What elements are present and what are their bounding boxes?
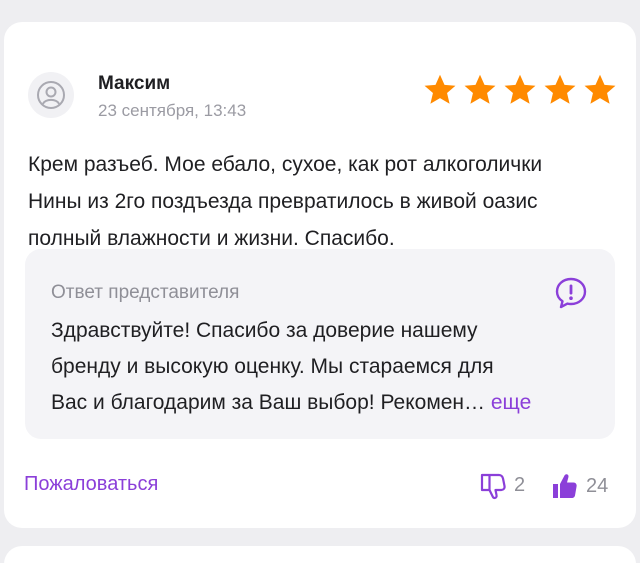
review-text-line: Крем разъеб. Мое ебало, сухое, как рот а… bbox=[28, 153, 543, 176]
star-icon bbox=[544, 74, 576, 104]
reply-text-line: бренду и высокую оценку. Мы стараемся дл… bbox=[51, 355, 494, 378]
like-button[interactable]: 24 bbox=[548, 470, 608, 502]
like-count: 24 bbox=[586, 474, 609, 497]
star-icon bbox=[424, 74, 456, 104]
reply-text-line: Здравствуйте! Спасибо за доверие нашему bbox=[51, 319, 478, 342]
star-icon bbox=[464, 74, 496, 104]
avatar bbox=[28, 72, 74, 118]
reply-title: Ответ представителя bbox=[51, 282, 240, 303]
dislike-button[interactable]: 2 bbox=[478, 470, 525, 500]
review-text-line: Нины из 2го поздъезда превратилось в жив… bbox=[28, 190, 538, 213]
next-review-card bbox=[4, 546, 636, 563]
review-date: 23 сентября, 13:43 bbox=[98, 101, 247, 120]
dislike-count: 2 bbox=[514, 473, 526, 496]
reply-text: Здравствуйте! Спасибо за доверие нашему … bbox=[51, 313, 601, 421]
thumbs-up-icon bbox=[553, 474, 577, 498]
review-author: Максим bbox=[98, 73, 171, 94]
complain-link[interactable]: Пожаловаться bbox=[24, 473, 158, 496]
reply-text-line: Вас и благодарим за Ваш выбор! Рекомен… … bbox=[51, 385, 601, 421]
review-text: Крем разъеб. Мое ебало, сухое, как рот а… bbox=[28, 146, 628, 257]
question-bubble-icon[interactable] bbox=[553, 275, 589, 311]
star-icon bbox=[584, 74, 616, 104]
rating-stars bbox=[422, 72, 618, 108]
thumbs-down-icon bbox=[480, 473, 506, 500]
star-icon bbox=[504, 74, 536, 104]
user-avatar-icon bbox=[37, 81, 65, 109]
representative-reply: Ответ представителя Здравствуйте! Спасиб… bbox=[25, 249, 615, 439]
more-link[interactable]: еще bbox=[491, 391, 531, 414]
reply-text-truncated: Вас и благодарим за Ваш выбор! Рекомен… bbox=[51, 391, 486, 414]
